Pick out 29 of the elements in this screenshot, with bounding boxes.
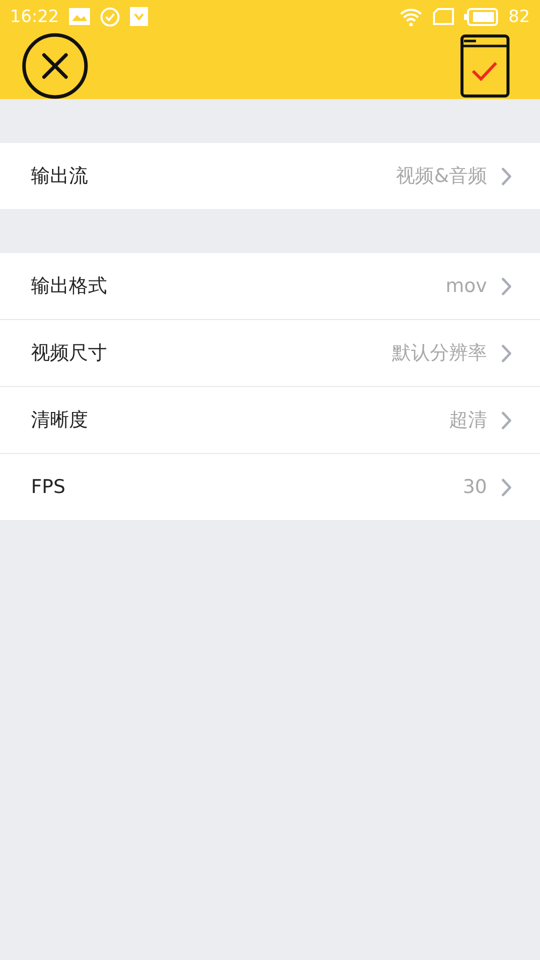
settings-row[interactable]: 输出格式 mov [0,253,540,319]
settings-row[interactable]: 输出流 视频&音频 [0,143,540,209]
close-button[interactable] [22,33,88,99]
settings-row[interactable]: 清晰度 超清 [0,386,540,453]
row-label: 清晰度 [31,408,89,433]
row-value: 视频&音频 [396,164,487,189]
row-value: mov [446,275,487,297]
chevron-icon [501,410,512,430]
chevron-icon [501,478,512,496]
row-label: 视频尺寸 [31,341,108,366]
row-label: 输出流 [31,164,89,189]
row-value: 超清 [449,408,487,433]
row-value: 默认分辨率 [392,341,487,366]
status-time: 16:22 [10,6,59,26]
chevron-icon [501,344,512,362]
save-button[interactable] [460,34,510,98]
row-value: 30 [462,476,487,498]
settings-row[interactable]: FPS 30 [0,453,540,520]
battery-icon [464,8,498,26]
battery-level: 82 [508,6,530,26]
check-circle-icon [100,6,120,26]
row-label: FPS [31,476,66,498]
wifi-icon [399,6,424,26]
chevron-icon [501,276,512,296]
image-icon [69,8,90,25]
sim-card-icon [433,8,454,25]
row-label: 输出格式 [31,274,108,299]
chevron-icon [501,166,512,186]
settings-row[interactable]: 视频尺寸 默认分辨率 [0,319,540,386]
